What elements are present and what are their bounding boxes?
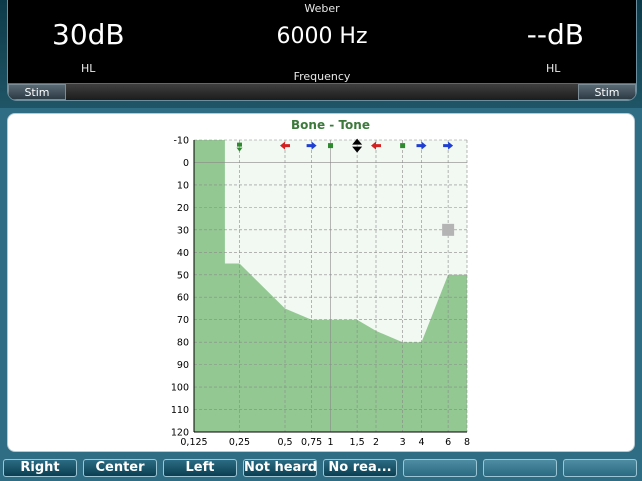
right-button[interactable]: Right — [3, 459, 77, 477]
y-tick-label: 60 — [177, 293, 189, 304]
frequency-label: Frequency — [293, 70, 351, 83]
no-response-button[interactable]: No rea... — [323, 459, 397, 477]
x-tick-label: 6 — [445, 437, 451, 448]
audiogram-panel: Bone - Tone -10 0 10 20 30 40 50 60 70 80 90 100 110 1… — [7, 113, 635, 452]
y-tick-label: 50 — [177, 270, 189, 281]
y-tick-label: 30 — [177, 225, 189, 236]
chart-title: Bone - Tone — [291, 118, 370, 132]
y-tick-label: -10 — [173, 136, 189, 147]
not-heard-button[interactable]: Not heard — [243, 459, 317, 477]
function-button-7[interactable] — [483, 459, 557, 477]
x-tick-label: 1 — [327, 437, 333, 448]
function-button-8[interactable] — [563, 459, 637, 477]
top-panel: Weber 30dB HL 6000 Hz Frequency --dB HL … — [0, 0, 642, 108]
y-tick-label: 70 — [177, 315, 189, 326]
x-tick-label: 1,5 — [350, 437, 365, 448]
stim-indicator-right: Stim — [578, 84, 636, 100]
y-tick-label: 80 — [177, 338, 189, 349]
y-tick-label: 90 — [177, 360, 189, 371]
right-level-value: --dB — [526, 18, 584, 51]
stim-bar: Stim Stim — [8, 83, 636, 100]
x-tick-label: 0,75 — [301, 437, 322, 448]
square-marker — [400, 143, 406, 149]
y-tick-label: 0 — [183, 158, 189, 169]
function-button-6[interactable] — [403, 459, 477, 477]
stim-indicator-left: Stim — [8, 84, 66, 100]
x-tick-label: 2 — [373, 437, 379, 448]
x-tick-label: 0,125 — [180, 437, 207, 448]
x-tick-label: 8 — [464, 437, 470, 448]
y-tick-label: 40 — [177, 248, 189, 259]
status-display: Weber 30dB HL 6000 Hz Frequency --dB HL … — [7, 0, 637, 101]
y-tick-label: 110 — [171, 405, 189, 416]
x-tick-label: 0,25 — [229, 437, 250, 448]
x-tick-label: 3 — [400, 437, 406, 448]
square-marker — [237, 142, 242, 147]
test-mode-label: Weber — [304, 2, 340, 15]
audiogram-chart[interactable]: Bone - Tone -10 0 10 20 30 40 50 60 70 80 90 100 110 1… — [8, 114, 634, 451]
right-unit-label: HL — [546, 62, 561, 75]
y-tick-label: 10 — [177, 180, 189, 191]
x-tick-label: 4 — [418, 437, 424, 448]
function-button-bar: Right Center Left Not heard No rea... — [0, 457, 642, 481]
y-tick-label: 100 — [171, 383, 189, 394]
x-tick-label: 0,5 — [277, 437, 292, 448]
left-button[interactable]: Left — [163, 459, 237, 477]
current-level-marker — [442, 223, 455, 236]
center-button[interactable]: Center — [83, 459, 157, 477]
y-tick-label: 20 — [177, 203, 189, 214]
square-marker — [328, 143, 333, 149]
